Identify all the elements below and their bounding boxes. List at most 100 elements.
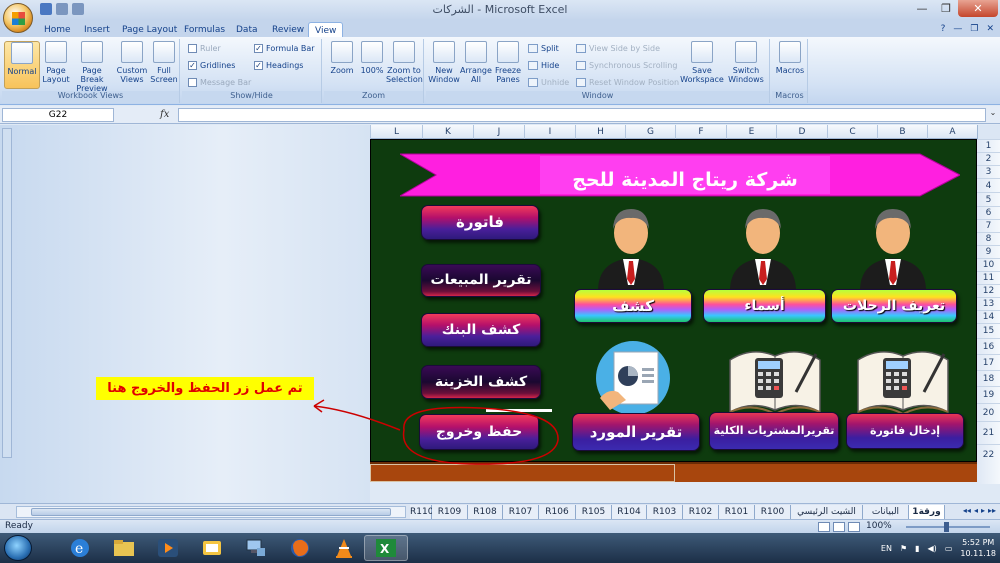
reset-window-position-button[interactable]: Reset Window Position <box>576 78 679 87</box>
prev-sheet-icon[interactable]: ◂ <box>974 506 978 515</box>
row-header[interactable]: 7 <box>977 219 1000 232</box>
insert-function-icon[interactable]: fx <box>160 109 169 120</box>
firefox-icon[interactable] <box>278 535 322 561</box>
first-sheet-icon[interactable]: ◂◂ <box>963 506 971 515</box>
row-header[interactable]: 12 <box>977 284 1000 297</box>
excel-taskbar-icon[interactable]: X <box>364 535 408 561</box>
custom-views-button[interactable]: Custom Views <box>114 41 150 84</box>
start-button[interactable] <box>4 535 32 561</box>
tab-view[interactable]: View <box>308 22 344 38</box>
internet-explorer-icon[interactable]: e <box>58 535 102 561</box>
normal-view-icon[interactable] <box>818 522 830 532</box>
headings-checkbox[interactable]: ✓ Headings <box>254 61 303 70</box>
zoom-slider[interactable] <box>906 522 990 532</box>
hide-button[interactable]: Hide <box>528 61 559 70</box>
row-header[interactable]: 5 <box>977 192 1000 206</box>
messenger-icon[interactable] <box>190 535 234 561</box>
tab-page-layout[interactable]: Page Layout <box>116 22 183 38</box>
normal-view-button[interactable]: Normal <box>4 41 40 89</box>
sheet-tab[interactable]: R110 <box>410 505 433 519</box>
supplier-report-button[interactable]: تقرير المورد <box>572 413 700 451</box>
horizontal-scrollbar[interactable] <box>16 506 406 518</box>
ribbon-close-icon[interactable]: ✕ <box>986 24 994 34</box>
save-workspace-button[interactable]: Save Workspace <box>680 41 724 84</box>
column-header[interactable]: C <box>827 125 877 139</box>
network-tray-icon[interactable]: ▮ <box>915 544 919 553</box>
invoice-button[interactable]: فاتورة <box>421 205 539 240</box>
column-header[interactable]: E <box>726 125 776 139</box>
last-sheet-icon[interactable]: ▸▸ <box>988 506 996 515</box>
column-header[interactable]: K <box>422 125 473 139</box>
media-player-icon[interactable] <box>146 535 190 561</box>
column-header[interactable]: G <box>625 125 675 139</box>
bank-statement-button[interactable]: كشف البنك <box>421 313 541 347</box>
column-header[interactable]: B <box>877 125 927 139</box>
split-button[interactable]: Split <box>528 44 559 53</box>
sheet-tab[interactable]: R106 <box>539 505 576 519</box>
vlc-icon[interactable] <box>322 535 366 561</box>
row-header[interactable]: 6 <box>977 206 1000 219</box>
column-header[interactable]: D <box>776 125 827 139</box>
column-header[interactable]: J <box>473 125 524 139</box>
flag-icon[interactable]: ⚑ <box>900 544 907 553</box>
power-icon[interactable]: ▭ <box>945 544 953 553</box>
column-header[interactable]: A <box>927 125 977 139</box>
column-header[interactable]: I <box>524 125 575 139</box>
sheet-tab[interactable]: R104 <box>612 505 647 519</box>
row-header[interactable]: 21 <box>977 421 1000 444</box>
sheet-tab[interactable]: R105 <box>576 505 612 519</box>
row-header[interactable]: 14 <box>977 310 1000 323</box>
page-break-preview-button[interactable]: Page Break Preview <box>70 41 114 93</box>
sheet-tab[interactable]: R101 <box>719 505 755 519</box>
tab-home[interactable]: Home <box>38 22 77 38</box>
row-header[interactable]: 13 <box>977 297 1000 310</box>
sheet-tab[interactable]: R109 <box>432 505 468 519</box>
ruler-checkbox[interactable]: Ruler <box>188 44 221 53</box>
tab-insert[interactable]: Insert <box>78 22 116 38</box>
trips-definition-button[interactable]: تعريف الرحلات <box>831 289 957 323</box>
zoom-100-button[interactable]: 100% <box>354 41 390 75</box>
tab-review[interactable]: Review <box>266 22 310 38</box>
close-button[interactable]: ✕ <box>958 0 998 17</box>
names-button[interactable]: أسماء <box>703 289 826 323</box>
sheet-tab[interactable]: R102 <box>683 505 719 519</box>
row-header[interactable]: 15 <box>977 323 1000 338</box>
ribbon-restore-icon[interactable]: ❐ <box>970 24 978 34</box>
row-header[interactable]: 20 <box>977 403 1000 421</box>
clock[interactable]: 5:52 PM 10.11.18 <box>960 537 996 559</box>
row-header[interactable]: 4 <box>977 178 1000 192</box>
ribbon-minimize-icon[interactable]: — <box>953 24 962 34</box>
sheet-tab[interactable]: الشيت الرئيسي <box>791 505 863 519</box>
formula-input[interactable] <box>178 108 986 122</box>
row-header[interactable]: 9 <box>977 245 1000 258</box>
arrange-all-button[interactable]: Arrange All <box>458 41 494 84</box>
scroll-thumb[interactable] <box>31 508 391 516</box>
name-box[interactable]: G22 <box>2 108 114 122</box>
page-layout-view-button[interactable]: Page Layout <box>38 41 74 84</box>
unhide-button[interactable]: Unhide <box>528 78 569 87</box>
sheet-tab[interactable]: البيانات <box>863 505 909 519</box>
row-header[interactable]: 2 <box>977 152 1000 165</box>
minimize-button[interactable]: — <box>910 0 934 17</box>
sheet-tab[interactable]: R103 <box>647 505 683 519</box>
new-window-button[interactable]: New Window <box>426 41 462 84</box>
volume-icon[interactable]: ◀) <box>928 544 937 553</box>
macros-button[interactable]: Macros <box>772 41 808 75</box>
sheet-tab-active[interactable]: ورقة1 <box>909 505 945 519</box>
row-header[interactable]: 10 <box>977 258 1000 271</box>
page-break-view-icon[interactable] <box>848 522 860 532</box>
office-button[interactable] <box>3 3 33 33</box>
full-screen-button[interactable]: Full Screen <box>146 41 182 84</box>
row-header[interactable]: 17 <box>977 354 1000 370</box>
view-side-by-side-button[interactable]: View Side by Side <box>576 44 660 53</box>
vertical-scrollbar[interactable] <box>2 128 12 458</box>
column-header[interactable]: F <box>675 125 726 139</box>
language-indicator[interactable]: EN <box>881 544 892 553</box>
row-header[interactable]: 11 <box>977 271 1000 284</box>
select-all-corner[interactable] <box>977 125 1000 139</box>
total-purchases-report-button[interactable]: تقريرالمشتريات الكلية <box>709 412 839 450</box>
row-header[interactable]: 18 <box>977 370 1000 386</box>
row-header[interactable]: 1 <box>977 139 1000 152</box>
next-sheet-icon[interactable]: ▸ <box>981 506 985 515</box>
synchronous-scrolling-button[interactable]: Synchronous Scrolling <box>576 61 677 70</box>
